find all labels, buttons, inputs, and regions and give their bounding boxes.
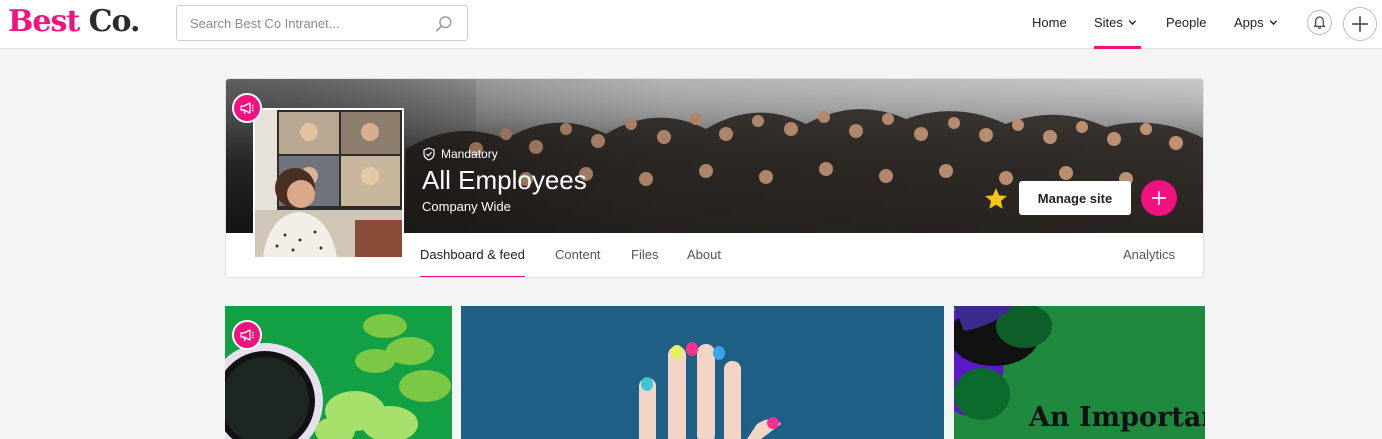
site-thumbnail [253,108,404,259]
nav-people[interactable]: People [1166,0,1206,49]
feed-tile[interactable] [461,306,944,439]
nav-apps-label: Apps [1234,15,1264,30]
logo-part2: Co. [88,4,141,39]
tab-label: Content [555,247,601,262]
tab-content[interactable]: Content [555,233,601,277]
tile-headline: An Important [1029,402,1205,433]
feed-tile[interactable]: An Important [954,306,1205,439]
tab-files[interactable]: Files [631,233,659,277]
search-icon[interactable] [435,15,453,33]
tab-analytics[interactable]: Analytics [1123,233,1176,277]
video-call-image [255,110,402,257]
site-subtitle: Company Wide [422,199,511,214]
announcement-badge [232,93,262,123]
tab-dashboard-feed[interactable]: Dashboard & feed [420,233,525,277]
nav-home[interactable]: Home [1032,0,1067,49]
bell-icon [1313,16,1326,29]
shield-icon [423,147,435,161]
chevron-down-icon [1269,20,1277,26]
create-button[interactable] [1343,7,1377,41]
mandatory-tag: Mandatory [422,147,587,161]
tab-label: About [687,247,721,262]
search-box [176,5,468,41]
announcement-badge [232,320,262,350]
megaphone-icon [240,329,254,342]
add-content-button[interactable] [1141,180,1177,216]
manage-site-button[interactable]: Manage site [1019,181,1131,215]
tab-about[interactable]: About [687,233,721,277]
painted-nails-hand-image [461,306,944,439]
tab-label: Dashboard & feed [420,247,525,262]
nav-sites-label: Sites [1094,15,1123,30]
chevron-down-icon [1128,20,1137,26]
tab-label: Files [631,247,659,262]
site-meta: Mandatory All Employees Company Wide [422,147,587,214]
nav-home-label: Home [1032,15,1067,30]
logo-part1: Best [8,4,80,39]
nav-people-label: People [1166,15,1207,30]
search-input[interactable] [177,6,417,40]
nav-sites[interactable]: Sites [1094,0,1141,49]
site-title: All Employees [422,165,587,195]
megaphone-icon [240,102,254,115]
plus-icon [1352,16,1368,32]
logo[interactable]: Best Co. [8,4,141,39]
mandatory-label: Mandatory [441,147,498,161]
nav-apps[interactable]: Apps [1234,0,1278,49]
plus-icon [1152,191,1166,205]
favorite-star-icon[interactable] [983,186,1009,212]
tab-label: Analytics [1123,247,1176,262]
top-bar: Best Co. Home Sites People Apps [0,0,1382,49]
notifications-button[interactable] [1307,10,1332,35]
